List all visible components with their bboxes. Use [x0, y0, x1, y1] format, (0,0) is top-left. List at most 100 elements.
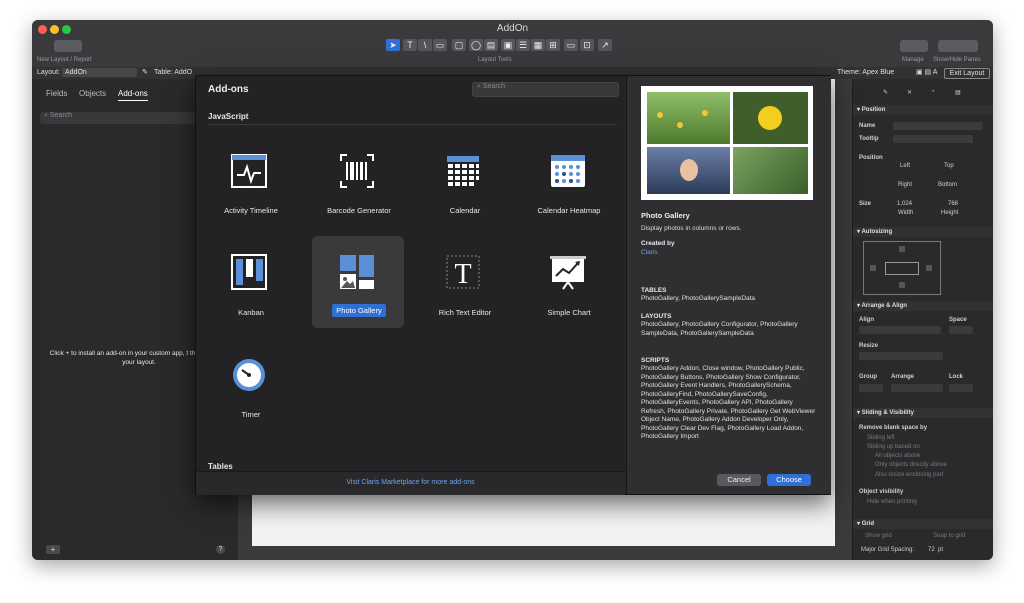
name-field[interactable]	[893, 122, 983, 130]
also-resize-checkbox[interactable]: Also resize enclosing part	[875, 472, 943, 478]
edit-layout-icon[interactable]: ✎	[142, 68, 148, 76]
height-value[interactable]: 768	[948, 201, 958, 207]
height-label: Height	[941, 210, 959, 216]
oval-tool-icon[interactable]: ◯	[469, 39, 483, 51]
theme-label: Theme: Apex Blue	[837, 69, 895, 76]
text-tool-icon[interactable]: T	[403, 39, 417, 51]
anchor-bottom[interactable]	[899, 282, 905, 288]
arrange-align-header[interactable]: ▾ Arrange & Align	[853, 301, 993, 311]
dialog-search-placeholder: Search	[482, 83, 506, 90]
sliding-visibility-header[interactable]: ▾ Sliding & Visibility	[853, 408, 993, 418]
new-layout-label: New Layout / Report	[37, 57, 92, 63]
sliding-up-checkbox[interactable]: Sliding up based on	[867, 444, 920, 450]
svg-text:T: T	[454, 259, 471, 290]
left-label: Left	[900, 163, 911, 169]
major-spacing-unit: pt	[938, 547, 944, 553]
flower-dot	[677, 122, 683, 128]
line-tool-icon[interactable]: \	[418, 39, 432, 51]
rich-text-icon: T	[446, 255, 480, 290]
hide-printing-checkbox[interactable]: Hide when printing	[867, 499, 917, 505]
scripts-label: SCRIPTS	[641, 357, 670, 364]
created-by-link[interactable]: Claris	[641, 249, 658, 256]
preview-photo-flowers	[647, 92, 730, 144]
preview-photo-portrait	[647, 147, 730, 194]
show-grid-checkbox[interactable]: Show grid	[865, 533, 892, 539]
add-on-detail-panel: Photo Gallery Display photos in columns …	[626, 76, 831, 494]
grid-section-header[interactable]: ▾ Grid	[853, 519, 993, 529]
button-tool-icon[interactable]: ▣	[501, 39, 515, 51]
table-label: Table: AddO	[154, 69, 193, 76]
show-hide-panes-button[interactable]	[938, 40, 978, 52]
position-section-header[interactable]: ▾ Position	[853, 105, 993, 115]
resize-buttons[interactable]	[859, 352, 943, 360]
tooltip-field[interactable]	[893, 135, 973, 143]
theme-icons[interactable]: ▣ ▤ A	[916, 68, 937, 76]
label-timer: Timer	[241, 410, 261, 419]
flower-dot	[702, 110, 708, 116]
anchor-left[interactable]	[870, 265, 876, 271]
anchor-top[interactable]	[899, 246, 905, 252]
major-spacing-value[interactable]: 72	[928, 547, 935, 553]
flower-head	[758, 106, 782, 130]
tab-fields[interactable]: Fields	[46, 89, 67, 98]
major-spacing-label: Major Grid Spacing:	[861, 547, 915, 553]
tables-value: PhotoGallery, PhotoGallerySampleData	[641, 295, 756, 302]
marketplace-link[interactable]: Visit Claris Marketplace for more add-on…	[196, 479, 625, 486]
add-button[interactable]: +	[46, 545, 60, 554]
autosizing-section-header[interactable]: ▾ Autosizing	[853, 227, 993, 237]
top-label: Top	[944, 163, 954, 169]
space-buttons[interactable]	[949, 326, 973, 334]
tab-add-ons[interactable]: Add-ons	[118, 89, 148, 101]
search-icon: ⌕	[477, 83, 481, 90]
app-window: AddOn New Layout / Report ➤ T \ ▭ ▢ ◯ ▤ …	[32, 20, 993, 560]
field-tool-icon[interactable]: ▤	[484, 39, 498, 51]
styles-tab-icon[interactable]: ✕	[907, 89, 912, 96]
sliding-left-checkbox[interactable]: Sliding left	[867, 435, 895, 441]
exit-layout-button[interactable]: Exit Layout	[944, 68, 990, 79]
kanban-icon	[231, 254, 267, 290]
position-tab-icon[interactable]: ✎	[883, 89, 888, 96]
window-title: AddOn	[496, 23, 529, 34]
scripts-value: PhotoGallery Addon, Close window, PhotoG…	[641, 365, 816, 440]
width-value[interactable]: 1,024	[897, 201, 912, 207]
cancel-button[interactable]: Cancel	[717, 474, 761, 486]
choose-button[interactable]: Choose	[767, 474, 811, 486]
anchor-right[interactable]	[926, 265, 932, 271]
portal-tool-icon[interactable]: ☰	[516, 39, 530, 51]
name-label: Name	[859, 123, 876, 129]
align-buttons[interactable]	[859, 326, 941, 334]
popover-tool-icon[interactable]: ▭	[564, 39, 578, 51]
group-label: Group	[859, 374, 877, 380]
size-label: Size	[859, 201, 872, 207]
arrange-buttons[interactable]	[891, 384, 943, 392]
dialog-search-field[interactable]: ⌕ Search	[472, 82, 619, 97]
help-button[interactable]: ?	[216, 545, 225, 554]
calendar-heatmap-icon	[551, 155, 585, 187]
label-calendar-heatmap: Calendar Heatmap	[537, 206, 601, 215]
search-icon: ⌕	[44, 112, 48, 119]
new-layout-button[interactable]	[54, 40, 82, 52]
rounded-rect-tool-icon[interactable]: ▢	[452, 39, 466, 51]
lock-buttons[interactable]	[949, 384, 973, 392]
webviewer-tool-icon[interactable]: ⊞	[546, 39, 560, 51]
layouts-value: PhotoGallery, PhotoGallery Configurator,…	[641, 321, 798, 337]
tables-label: TABLES	[641, 287, 667, 294]
chart-tool-icon[interactable]: ▦	[531, 39, 545, 51]
autosizing-box	[863, 241, 941, 295]
rectangle-tool-icon[interactable]: ▭	[433, 39, 447, 51]
all-objects-radio[interactable]: All objects above	[875, 453, 920, 459]
dialog-footer: Visit Claris Marketplace for more add-on…	[196, 471, 625, 495]
format-painter-icon[interactable]: ↗	[598, 39, 612, 51]
tab-control-tool-icon[interactable]: ⊡	[580, 39, 594, 51]
data-tab-icon[interactable]: ▤	[955, 89, 961, 96]
width-label: Width	[898, 210, 914, 216]
snap-grid-checkbox[interactable]: Snap to grid	[933, 533, 965, 539]
layout-select[interactable]: AddOn	[62, 68, 137, 77]
only-objects-radio[interactable]: Only objects directly above	[875, 462, 947, 468]
pointer-tool-icon[interactable]: ➤	[386, 39, 400, 51]
tab-objects[interactable]: Objects	[79, 89, 106, 98]
appearance-tab-icon[interactable]: ◔	[931, 89, 935, 95]
manage-button[interactable]	[900, 40, 928, 52]
group-buttons[interactable]	[859, 384, 883, 392]
flower-dot	[657, 112, 663, 118]
